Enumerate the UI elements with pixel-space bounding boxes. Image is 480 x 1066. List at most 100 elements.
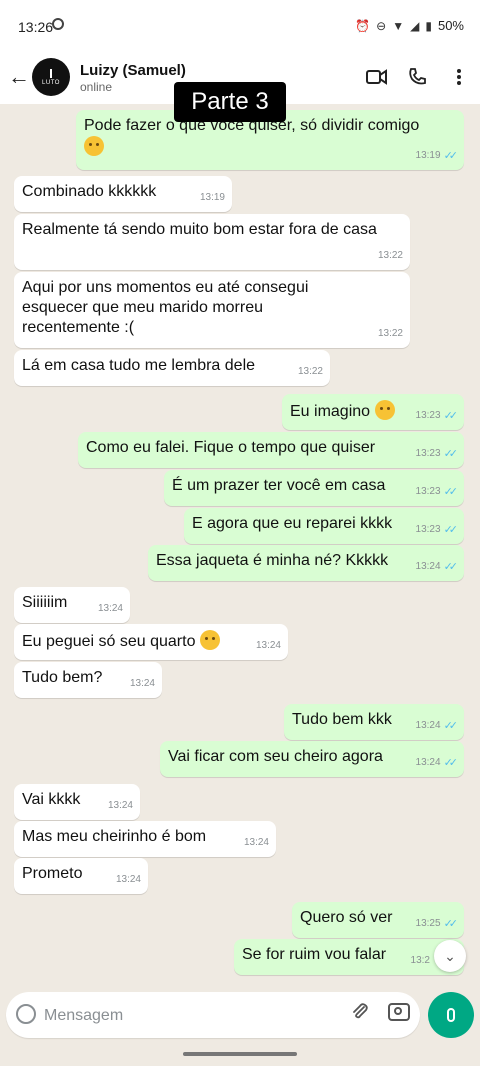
message-text: Eu peguei só seu quarto (22, 633, 196, 650)
read-ticks-icon: ✓✓ (443, 918, 459, 930)
avatar-ribbon-icon (50, 68, 52, 78)
wifi-icon: ▼ (392, 18, 405, 33)
message-text: Aqui por uns momentos eu até consegui es… (22, 279, 309, 336)
message-meta: 13:23 ✓✓ (415, 482, 459, 502)
status-bar: 13:26 ⏰ ⊖ ▼ ◢ ▮ 50% (0, 0, 480, 52)
message-meta: 13:24 (116, 870, 141, 890)
scroll-down-button[interactable]: ⌄ (434, 940, 466, 972)
emoji-picker-icon[interactable] (16, 1004, 36, 1024)
message-meta: 13:2 (411, 951, 430, 971)
message-meta: 13:24 (256, 636, 281, 656)
mic-button[interactable] (428, 992, 474, 1038)
dnd-icon: ⊖ (376, 18, 387, 33)
battery-icon: ▮ (425, 18, 432, 33)
message-bubble[interactable]: Tudo bem kkk 13:24 ✓✓ (284, 704, 464, 740)
message-bubble[interactable]: Se for ruim vou falar 13:2 (234, 939, 464, 975)
message-bubble[interactable]: Vai ficar com seu cheiro agora 13:24 ✓✓ (160, 741, 464, 777)
alarm-icon: ⏰ (355, 18, 371, 33)
message-bubble[interactable]: Tudo bem? 13:24 (14, 662, 162, 698)
whatsapp-status-icon (52, 18, 64, 30)
paperclip-icon[interactable] (350, 1002, 370, 1028)
message-bubble[interactable]: Como eu falei. Fique o tempo que quiser … (78, 432, 464, 468)
message-meta: 13:24 ✓✓ (416, 753, 459, 773)
gesture-handle[interactable] (183, 1052, 297, 1056)
message-bubble[interactable]: Realmente tá sendo muito bom estar fora … (14, 214, 410, 270)
message-input[interactable] (42, 1002, 336, 1030)
message-time: 13:23 (415, 410, 441, 421)
message-time: 13:19 (415, 150, 441, 161)
message-bubble[interactable]: Essa jaqueta é minha né? Kkkkk 13:24 ✓✓ (148, 545, 464, 581)
status-icons: ⏰ ⊖ ▼ ◢ ▮ 50% (355, 18, 464, 33)
message-time: 13:22 (377, 328, 403, 339)
message-time: 13:22 (377, 250, 403, 261)
message-bubble[interactable]: É um prazer ter você em casa 13:23 ✓✓ (164, 470, 464, 506)
read-ticks-icon: ✓✓ (443, 561, 459, 573)
message-text: Combinado kkkkkk (22, 183, 157, 200)
more-vert-icon[interactable] (446, 64, 472, 90)
read-ticks-icon: ✓✓ (443, 486, 459, 498)
system-nav-bar (0, 1044, 480, 1066)
voice-call-icon[interactable] (404, 64, 430, 90)
read-ticks-icon: ✓✓ (443, 720, 459, 732)
message-meta: 13:22 (378, 246, 403, 266)
message-meta: 13:25 ✓✓ (416, 914, 459, 934)
read-ticks-icon: ✓✓ (443, 410, 459, 422)
message-time: 13:19 (199, 192, 225, 203)
message-bubble[interactable]: Lá em casa tudo me lembra dele 13:22 (14, 350, 330, 386)
read-ticks-icon: ✓✓ (443, 524, 459, 536)
avatar-label: LUTO (42, 79, 60, 86)
message-bubble[interactable]: Quero só ver 13:25 ✓✓ (292, 902, 464, 938)
message-meta: 13:19 ✓✓ (415, 146, 459, 166)
read-ticks-icon: ✓✓ (443, 448, 459, 460)
message-meta: 13:24 (98, 599, 123, 619)
message-meta: 13:24 (130, 674, 155, 694)
message-bubble[interactable]: Mas meu cheirinho é bom 13:24 (14, 821, 276, 857)
message-bubble[interactable]: E agora que eu reparei kkkk 13:23 ✓✓ (184, 508, 464, 544)
message-bubble[interactable]: Aqui por uns momentos eu até consegui es… (14, 272, 410, 348)
contact-status: online (80, 80, 113, 94)
message-time: 13:23 (415, 524, 441, 535)
message-bubble[interactable]: Siiiiiim 13:24 (14, 587, 130, 623)
message-time: 13:24 (243, 837, 269, 848)
mic-icon (447, 1008, 455, 1022)
message-time: 13:23 (415, 448, 441, 459)
message-time: 13:24 (129, 678, 155, 689)
message-text: Realmente tá sendo muito bom estar fora … (22, 221, 377, 238)
message-bubble[interactable]: Vai kkkk 13:24 (14, 784, 140, 820)
message-meta: 13:24 (244, 833, 269, 853)
message-time: 13:23 (415, 486, 441, 497)
message-meta: 13:24 ✓✓ (416, 557, 459, 577)
battery-level: 50% (437, 18, 464, 33)
message-meta: 13:24 (108, 796, 133, 816)
signal-icon: ◢ (410, 18, 420, 33)
message-time: 13:24 (115, 874, 141, 885)
message-text: Como eu falei. Fique o tempo que quiser (86, 439, 376, 456)
message-meta: 13:23 ✓✓ (415, 406, 459, 426)
read-ticks-icon: ✓✓ (443, 150, 459, 162)
message-meta: 13:23 ✓✓ (415, 520, 459, 540)
message-bubble[interactable]: Eu peguei só seu quarto 13:24 (14, 624, 288, 660)
message-text: Vai ficar com seu cheiro agora (168, 748, 383, 765)
message-bubble[interactable]: Combinado kkkkkk 13:19 (14, 176, 232, 212)
avatar[interactable]: LUTO (32, 58, 70, 96)
blush-emoji-icon (199, 630, 220, 650)
message-text: É um prazer ter você em casa (172, 477, 386, 494)
back-arrow-icon[interactable]: ← (8, 64, 30, 90)
video-call-icon[interactable] (364, 64, 390, 90)
message-text: Eu imagino (290, 403, 371, 420)
contact-name[interactable]: Luizy (Samuel) (80, 62, 186, 79)
message-time: 13:24 (415, 720, 441, 731)
message-composer (6, 992, 420, 1038)
message-meta: 13:24 ✓✓ (415, 716, 459, 736)
message-text: Mas meu cheirinho é bom (22, 828, 207, 845)
message-text: Essa jaqueta é minha né? Kkkkk (156, 552, 389, 569)
message-bubble[interactable]: Eu imagino 13:23 ✓✓ (282, 394, 464, 430)
message-meta: 13:22 (298, 362, 323, 382)
message-time: 13:2 (410, 955, 430, 966)
message-bubble[interactable]: Prometo 13:24 (14, 858, 148, 894)
message-time: 13:24 (97, 603, 123, 614)
camera-icon[interactable] (388, 1003, 410, 1021)
message-meta: 13:19 (200, 188, 225, 208)
message-text: Lá em casa tudo me lembra dele (22, 357, 256, 374)
wink-emoji-icon (84, 136, 104, 156)
